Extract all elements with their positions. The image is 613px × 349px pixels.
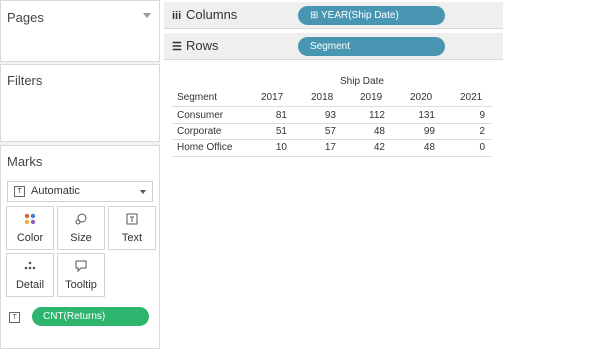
segment-cell: Corporate — [177, 126, 222, 137]
value-cell: 93 — [324, 110, 336, 121]
value-cell: 9 — [479, 110, 485, 121]
columns-shelf[interactable]: iii Columns ⊞ YEAR(Ship Date) — [164, 2, 503, 29]
value-cell: 48 — [373, 126, 385, 137]
left-panel: Pages Filters Marks T Automatic Color Si… — [0, 0, 160, 349]
divider — [172, 123, 492, 124]
pages-title: Pages — [7, 10, 44, 25]
size-label: Size — [70, 232, 92, 244]
divider — [172, 139, 492, 140]
rows-shelf-label: ☰ Rows — [172, 38, 219, 53]
divider — [172, 106, 492, 107]
cnt-returns-pill[interactable]: CNT(Returns) — [32, 307, 149, 326]
rows-icon: ☰ — [172, 41, 182, 53]
year-header: 2021 — [460, 92, 483, 103]
text-label: Text — [121, 232, 143, 244]
value-cell: 57 — [324, 126, 336, 137]
text-icon — [109, 212, 155, 226]
tooltip-button[interactable]: Tooltip — [57, 253, 105, 297]
value-cell: 48 — [423, 142, 435, 153]
value-cell: 2 — [479, 126, 485, 137]
color-icon — [7, 212, 53, 226]
segment-pill[interactable]: Segment — [298, 37, 445, 56]
filters-title: Filters — [7, 73, 43, 88]
text-encoding-icon: T — [9, 312, 20, 323]
segment-column-header: Segment — [177, 92, 218, 103]
rows-shelf[interactable]: ☰ Rows Segment — [164, 33, 503, 60]
marks-card: Marks T Automatic Color Size Text Detail… — [0, 145, 160, 349]
year-header: 2018 — [311, 92, 334, 103]
color-label: Color — [16, 232, 44, 244]
segment-cell: Consumer — [177, 110, 224, 121]
text-mark-icon: T — [14, 186, 25, 197]
mark-type-dropdown[interactable]: T Automatic — [7, 181, 153, 202]
tooltip-icon — [58, 259, 104, 273]
mark-type-label: Automatic — [31, 185, 80, 197]
value-cell: 17 — [324, 142, 336, 153]
size-button[interactable]: Size — [57, 206, 105, 250]
size-icon — [58, 212, 104, 226]
pages-card: Pages — [0, 0, 160, 62]
year-header: 2020 — [410, 92, 433, 103]
columns-shelf-label: iii Columns — [172, 7, 238, 22]
value-cell: 42 — [373, 142, 385, 153]
ship-date-header: Ship Date — [340, 76, 384, 87]
value-cell: 99 — [423, 126, 435, 137]
year-header: 2019 — [360, 92, 383, 103]
tooltip-label: Tooltip — [65, 279, 97, 291]
text-button[interactable]: Text — [108, 206, 156, 250]
chevron-down-icon[interactable] — [143, 13, 151, 18]
detail-label: Detail — [15, 279, 45, 291]
value-cell: 112 — [369, 110, 385, 121]
divider — [172, 156, 492, 157]
value-cell: 0 — [479, 142, 485, 153]
color-button[interactable]: Color — [6, 206, 54, 250]
filters-card[interactable]: Filters — [0, 64, 160, 142]
viz-canvas: Ship Date Segment 2017 2018 2019 2020 20… — [164, 63, 503, 347]
detail-button[interactable]: Detail — [6, 253, 54, 297]
chevron-down-icon — [140, 190, 146, 194]
value-cell: 81 — [275, 110, 287, 121]
columns-icon: iii — [172, 10, 182, 22]
value-cell: 51 — [275, 126, 287, 137]
detail-icon — [7, 259, 53, 273]
value-cell: 10 — [275, 142, 287, 153]
value-cell: 131 — [418, 110, 435, 121]
year-header: 2017 — [261, 92, 284, 103]
marks-title: Marks — [7, 154, 43, 169]
segment-cell: Home Office — [177, 142, 233, 153]
year-ship-date-pill[interactable]: ⊞ YEAR(Ship Date) — [298, 6, 445, 25]
